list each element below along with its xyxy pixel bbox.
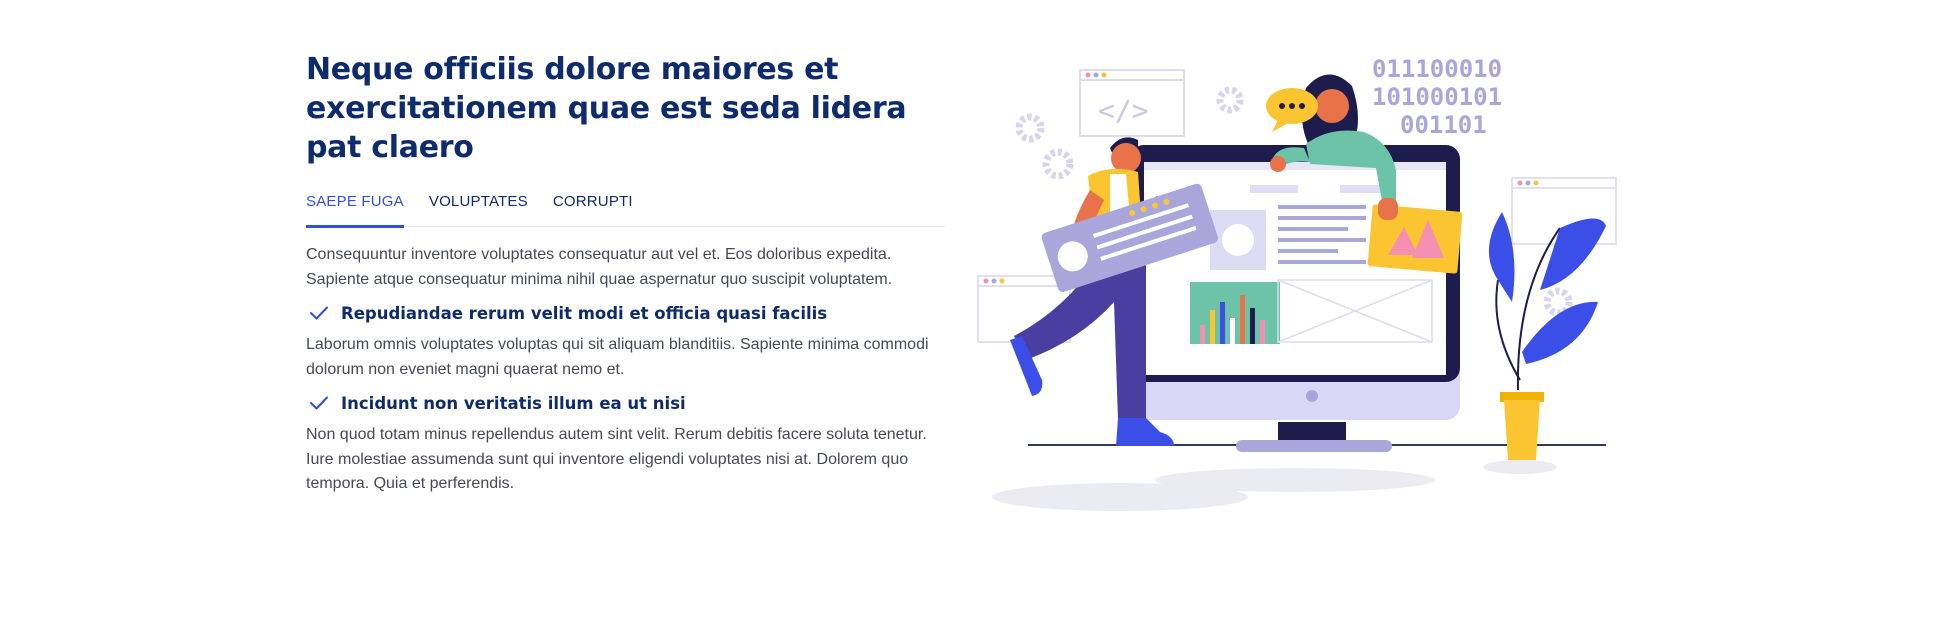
binary-line-2: 101000101 (1372, 83, 1502, 111)
intro-paragraph: Consequuntur inventore voluptates conseq… (306, 246, 893, 288)
feature-heading-1: Repudiandae rerum velit modi et officia … (306, 299, 946, 327)
plant (1488, 212, 1606, 460)
floor-shadow (1483, 460, 1557, 474)
tab-saepe-fuga[interactable]: SAEPE FUGA (306, 193, 404, 228)
feature-title-2: Incidunt non veritatis illum ea ut nisi (341, 393, 686, 413)
hero-illustration: 011100010 101000101 001101 </> (977, 55, 1617, 511)
feature-title-1: Repudiandae rerum velit modi et officia … (341, 303, 828, 323)
feature-text-1: Laborum omnis voluptates voluptas qui si… (306, 336, 929, 378)
binary-text: 011100010 101000101 001101 (1372, 55, 1502, 139)
section-title: Neque officiis dolore maiores et exercit… (306, 52, 907, 165)
floor-shadow (1155, 468, 1435, 492)
content-column: Neque officiis dolore maiores et exercit… (306, 50, 946, 497)
feature-text-2: Non quod totam minus repellendus autem s… (306, 426, 927, 492)
tab-bar: SAEPE FUGA VOLUPTATES CORRUPTI (306, 193, 946, 228)
binary-line-1: 011100010 (1372, 55, 1502, 83)
tab-corrupti[interactable]: CORRUPTI (553, 193, 633, 226)
binary-line-3: 001101 (1400, 111, 1487, 139)
check-icon (310, 396, 328, 410)
check-icon (310, 306, 328, 320)
code-brackets-icon: </> (1098, 94, 1149, 127)
feature-heading-2: Incidunt non veritatis illum ea ut nisi (306, 389, 946, 417)
code-window: </> (1079, 69, 1185, 137)
tab-voluptates[interactable]: VOLUPTATES (429, 193, 528, 226)
